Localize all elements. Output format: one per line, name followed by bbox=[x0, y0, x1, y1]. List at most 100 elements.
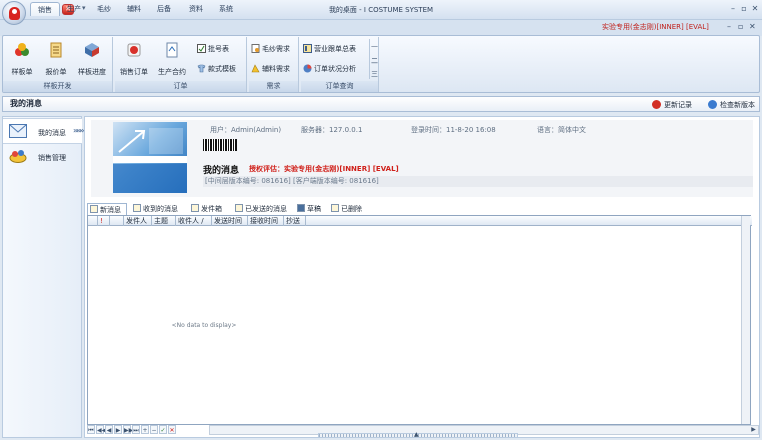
tab-system[interactable]: 系统 bbox=[212, 2, 240, 16]
nav-item-my-messages[interactable]: 我的消息 »»» bbox=[3, 118, 84, 144]
tab-drafts[interactable]: 草稿 bbox=[295, 203, 325, 215]
update-log-link[interactable]: 更新记录 bbox=[652, 100, 692, 110]
gallery-expand-button[interactable]: 三 bbox=[369, 69, 379, 79]
quote-icon bbox=[50, 42, 62, 58]
app-menu-button[interactable] bbox=[2, 1, 26, 25]
mdi-minimize-button[interactable]: – bbox=[727, 22, 731, 31]
ribbon-group-label: 订单 bbox=[115, 81, 246, 92]
server-info: 服务器：127.0.0.1 bbox=[301, 126, 363, 134]
sample-order-button[interactable]: 样板单 bbox=[5, 40, 39, 78]
col-recipient[interactable]: 收件人 / bbox=[176, 216, 212, 226]
window-close-button[interactable]: ✕ bbox=[750, 4, 760, 13]
col-attachment[interactable] bbox=[110, 216, 124, 226]
sample-order-icon bbox=[15, 43, 29, 56]
col-cc[interactable]: 抄送 bbox=[284, 216, 306, 226]
sales-order-icon bbox=[127, 43, 141, 57]
left-nav: 我的消息 »»» 销售管理 bbox=[2, 116, 84, 438]
license-banner: 实验专用(金志刚)[INNER] [EVAL] bbox=[602, 23, 709, 31]
info-icon bbox=[708, 100, 717, 109]
save-icon bbox=[297, 204, 305, 212]
outbox-icon bbox=[191, 204, 199, 212]
col-subject[interactable]: 主题 bbox=[152, 216, 176, 226]
empty-grid-text: <No data to display> bbox=[171, 322, 237, 329]
message-grid: ! 发件人 主题 收件人 / 发送时间 接收时间 抄送 <No data to … bbox=[87, 215, 752, 425]
page-title: 我的消息 bbox=[10, 99, 42, 108]
message-tabs: 新消息 收到的消息 发件箱 已发送的消息 草稿 已删除 bbox=[87, 203, 759, 215]
record-navigator: ⏮ ◀◀ ◀ ▶ ▶▶ ⏭ + − ✓ ✕ bbox=[87, 425, 207, 435]
order-status-button[interactable]: 订单状况分析 bbox=[303, 63, 356, 75]
envelope-icon bbox=[9, 124, 27, 138]
col-select[interactable] bbox=[88, 216, 98, 226]
banner-band bbox=[113, 156, 187, 163]
tab-data[interactable]: 资料 bbox=[182, 2, 210, 16]
col-sender[interactable]: 发件人 bbox=[124, 216, 152, 226]
tab-production[interactable]: 生产 bbox=[60, 2, 88, 16]
language-info: 语言：简体中文 bbox=[537, 126, 586, 134]
check-version-link[interactable]: 检查新版本 bbox=[708, 100, 755, 110]
mdi-close-button[interactable]: ✕ bbox=[749, 22, 756, 31]
ribbon-group-label: 需求 bbox=[249, 81, 298, 92]
sample-progress-button[interactable]: 样板进度 bbox=[75, 40, 109, 78]
yarn-demand-button[interactable]: 毛纱需求 bbox=[251, 43, 290, 55]
tab-sent-messages[interactable]: 已发送的消息 bbox=[233, 203, 293, 215]
window-maximize-button[interactable]: ▫ bbox=[739, 4, 749, 13]
nav-item-sales-mgmt[interactable]: 销售管理 bbox=[3, 144, 82, 170]
splitter-arrow-icon[interactable]: ▲ bbox=[414, 431, 419, 438]
nav-last-button[interactable]: ⏭ bbox=[132, 425, 140, 434]
ribbon: 样板单 报价单 样板进度 样板开发 销售订单 生产合约 批号表 款式模板 订单 … bbox=[2, 35, 760, 93]
tab-deleted[interactable]: 已删除 bbox=[329, 203, 367, 215]
nav-prev-button[interactable]: ◀ bbox=[105, 425, 113, 434]
tab-accessories[interactable]: 辅料 bbox=[120, 2, 148, 16]
col-priority[interactable]: ! bbox=[98, 216, 110, 226]
tab-new-messages[interactable]: 新消息 bbox=[87, 203, 127, 215]
ribbon-group-orders: 销售订单 生产合约 批号表 款式模板 订单 bbox=[115, 37, 247, 92]
col-receive-time[interactable]: 接收时间 bbox=[248, 216, 284, 226]
grid-vertical-scrollbar[interactable] bbox=[741, 216, 750, 424]
tab-outbox[interactable]: 发件箱 bbox=[189, 203, 231, 215]
gallery-up-button[interactable]: — bbox=[369, 39, 379, 54]
approval-form-button[interactable]: 批号表 bbox=[197, 43, 229, 55]
banner-image bbox=[113, 122, 187, 193]
ribbon-group-label: 订单查询 bbox=[301, 81, 378, 92]
business-summary-button[interactable]: 营业跟单总表 bbox=[303, 43, 356, 55]
ribbon-group-label: 样板开发 bbox=[3, 81, 112, 92]
tab-sales[interactable]: 销售 bbox=[30, 2, 60, 16]
production-contract-icon bbox=[166, 42, 178, 58]
grid-header: ! 发件人 主题 收件人 / 发送时间 接收时间 抄送 bbox=[88, 216, 752, 226]
sample-progress-icon bbox=[85, 43, 99, 57]
gallery-mid-button[interactable]: 二 bbox=[369, 54, 379, 69]
sales-management-icon bbox=[9, 150, 27, 163]
nav-insert-button[interactable]: + bbox=[141, 425, 149, 434]
user-info: 用户：Admin(Admin) bbox=[210, 126, 282, 134]
mdi-restore-button[interactable]: ▫ bbox=[738, 22, 743, 31]
ribbon-group-order-query: 营业跟单总表 订单状况分析 — 二 三 订单查询 bbox=[301, 37, 379, 92]
approval-form-icon bbox=[197, 44, 206, 53]
order-status-icon bbox=[303, 64, 312, 73]
nav-first-button[interactable]: ⏮ bbox=[87, 425, 95, 434]
window-minimize-button[interactable]: – bbox=[728, 4, 738, 13]
tab-backup[interactable]: 后备 bbox=[150, 2, 178, 16]
nav-prev-page-button[interactable]: ◀◀ bbox=[96, 425, 106, 434]
nav-delete-button[interactable]: − bbox=[150, 425, 158, 434]
production-contract-button[interactable]: 生产合约 bbox=[155, 40, 189, 78]
nav-cancel-button[interactable]: ✕ bbox=[168, 425, 176, 434]
sales-order-button[interactable]: 销售订单 bbox=[117, 40, 151, 78]
license-eval-text: 授权评估：实验专用(金志刚)[INNER] [EVAL] bbox=[249, 165, 399, 173]
col-send-time[interactable]: 发送时间 bbox=[212, 216, 248, 226]
scroll-right-icon[interactable]: ▶ bbox=[749, 426, 758, 434]
accessory-demand-icon bbox=[251, 64, 260, 73]
nav-next-button[interactable]: ▶ bbox=[114, 425, 122, 434]
accessory-demand-button[interactable]: 辅料需求 bbox=[251, 63, 290, 75]
nav-next-page-button[interactable]: ▶▶ bbox=[123, 425, 133, 434]
tab-yarn[interactable]: 毛纱 bbox=[90, 2, 118, 16]
yarn-demand-icon bbox=[251, 44, 260, 53]
ribbon-group-sample-dev: 样板单 报价单 样板进度 样板开发 bbox=[3, 37, 113, 92]
tab-received-messages[interactable]: 收到的消息 bbox=[131, 203, 187, 215]
nav-active-arrow-icon: »»» bbox=[73, 126, 84, 135]
style-template-button[interactable]: 款式模板 bbox=[197, 63, 236, 75]
quote-button[interactable]: 报价单 bbox=[39, 40, 73, 78]
new-message-icon bbox=[90, 205, 98, 213]
nav-post-button[interactable]: ✓ bbox=[159, 425, 167, 434]
business-summary-icon bbox=[303, 44, 312, 53]
app-logo-icon bbox=[9, 7, 20, 20]
